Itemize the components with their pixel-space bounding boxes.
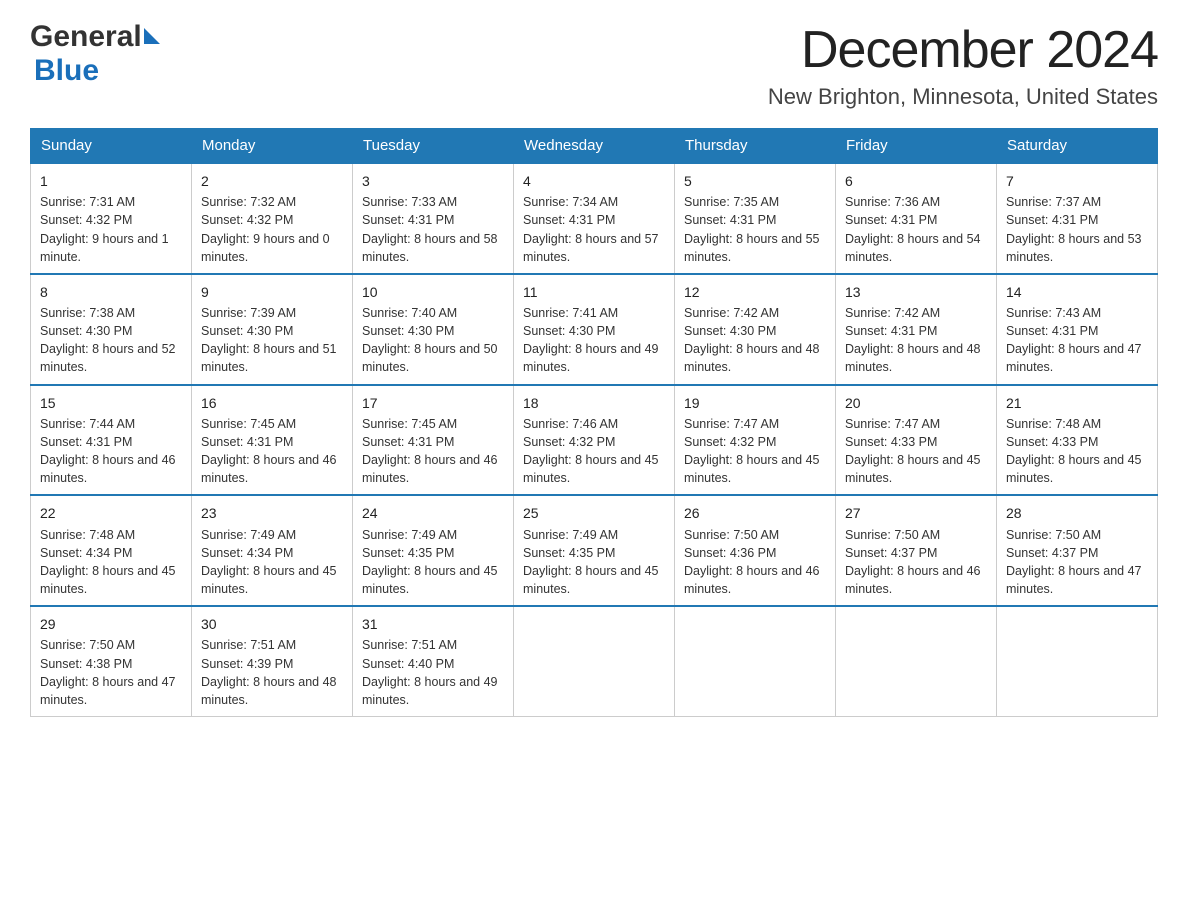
calendar-day-cell: 18Sunrise: 7:46 AMSunset: 4:32 PMDayligh…: [514, 385, 675, 496]
calendar-day-cell: 13Sunrise: 7:42 AMSunset: 4:31 PMDayligh…: [836, 274, 997, 385]
day-number: 29: [40, 614, 182, 634]
calendar-day-cell: 27Sunrise: 7:50 AMSunset: 4:37 PMDayligh…: [836, 495, 997, 606]
page-header: General Blue December 2024 New Brighton,…: [30, 20, 1158, 110]
calendar-day-cell: 6Sunrise: 7:36 AMSunset: 4:31 PMDaylight…: [836, 163, 997, 274]
day-number: 14: [1006, 282, 1148, 302]
calendar-day-header: Tuesday: [353, 129, 514, 164]
calendar-day-cell: 15Sunrise: 7:44 AMSunset: 4:31 PMDayligh…: [31, 385, 192, 496]
calendar-day-cell: 29Sunrise: 7:50 AMSunset: 4:38 PMDayligh…: [31, 606, 192, 716]
day-number: 18: [523, 393, 665, 413]
calendar-day-cell: 28Sunrise: 7:50 AMSunset: 4:37 PMDayligh…: [997, 495, 1158, 606]
calendar-day-header: Saturday: [997, 129, 1158, 164]
day-number: 27: [845, 503, 987, 523]
day-number: 10: [362, 282, 504, 302]
calendar-day-header: Wednesday: [514, 129, 675, 164]
calendar-day-cell: 31Sunrise: 7:51 AMSunset: 4:40 PMDayligh…: [353, 606, 514, 716]
calendar-day-cell: 30Sunrise: 7:51 AMSunset: 4:39 PMDayligh…: [192, 606, 353, 716]
day-number: 28: [1006, 503, 1148, 523]
calendar-day-cell: 11Sunrise: 7:41 AMSunset: 4:30 PMDayligh…: [514, 274, 675, 385]
day-number: 23: [201, 503, 343, 523]
calendar-day-cell: 14Sunrise: 7:43 AMSunset: 4:31 PMDayligh…: [997, 274, 1158, 385]
calendar-week-row: 22Sunrise: 7:48 AMSunset: 4:34 PMDayligh…: [31, 495, 1158, 606]
calendar-day-cell: 9Sunrise: 7:39 AMSunset: 4:30 PMDaylight…: [192, 274, 353, 385]
calendar-day-cell: 2Sunrise: 7:32 AMSunset: 4:32 PMDaylight…: [192, 163, 353, 274]
logo: General Blue: [30, 20, 160, 88]
page-subtitle: New Brighton, Minnesota, United States: [768, 84, 1158, 110]
calendar-day-cell: 21Sunrise: 7:48 AMSunset: 4:33 PMDayligh…: [997, 385, 1158, 496]
day-number: 5: [684, 171, 826, 191]
day-number: 4: [523, 171, 665, 191]
day-number: 26: [684, 503, 826, 523]
day-number: 20: [845, 393, 987, 413]
calendar-day-header: Sunday: [31, 129, 192, 164]
day-number: 2: [201, 171, 343, 191]
calendar-day-header: Monday: [192, 129, 353, 164]
day-number: 24: [362, 503, 504, 523]
calendar-day-cell: 3Sunrise: 7:33 AMSunset: 4:31 PMDaylight…: [353, 163, 514, 274]
calendar-day-cell: 1Sunrise: 7:31 AMSunset: 4:32 PMDaylight…: [31, 163, 192, 274]
calendar-day-cell: [836, 606, 997, 716]
day-number: 31: [362, 614, 504, 634]
calendar-day-cell: 7Sunrise: 7:37 AMSunset: 4:31 PMDaylight…: [997, 163, 1158, 274]
day-number: 15: [40, 393, 182, 413]
calendar-week-row: 8Sunrise: 7:38 AMSunset: 4:30 PMDaylight…: [31, 274, 1158, 385]
day-number: 16: [201, 393, 343, 413]
logo-triangle-icon: [144, 28, 160, 44]
calendar-day-cell: 10Sunrise: 7:40 AMSunset: 4:30 PMDayligh…: [353, 274, 514, 385]
calendar-day-header: Thursday: [675, 129, 836, 164]
day-number: 12: [684, 282, 826, 302]
calendar-day-cell: 24Sunrise: 7:49 AMSunset: 4:35 PMDayligh…: [353, 495, 514, 606]
day-number: 13: [845, 282, 987, 302]
calendar-day-cell: 5Sunrise: 7:35 AMSunset: 4:31 PMDaylight…: [675, 163, 836, 274]
calendar-day-cell: 20Sunrise: 7:47 AMSunset: 4:33 PMDayligh…: [836, 385, 997, 496]
calendar-day-cell: 12Sunrise: 7:42 AMSunset: 4:30 PMDayligh…: [675, 274, 836, 385]
day-number: 25: [523, 503, 665, 523]
day-number: 8: [40, 282, 182, 302]
day-number: 3: [362, 171, 504, 191]
day-number: 19: [684, 393, 826, 413]
day-number: 9: [201, 282, 343, 302]
day-number: 21: [1006, 393, 1148, 413]
logo-general-text: General: [30, 20, 142, 54]
day-number: 11: [523, 282, 665, 302]
calendar-day-cell: [514, 606, 675, 716]
calendar-table: SundayMondayTuesdayWednesdayThursdayFrid…: [30, 128, 1158, 717]
day-number: 6: [845, 171, 987, 191]
calendar-day-cell: [997, 606, 1158, 716]
calendar-week-row: 1Sunrise: 7:31 AMSunset: 4:32 PMDaylight…: [31, 163, 1158, 274]
calendar-day-cell: 19Sunrise: 7:47 AMSunset: 4:32 PMDayligh…: [675, 385, 836, 496]
title-block: December 2024 New Brighton, Minnesota, U…: [768, 20, 1158, 110]
logo-blue-text: Blue: [34, 54, 99, 87]
calendar-day-cell: 8Sunrise: 7:38 AMSunset: 4:30 PMDaylight…: [31, 274, 192, 385]
day-number: 7: [1006, 171, 1148, 191]
calendar-day-cell: 22Sunrise: 7:48 AMSunset: 4:34 PMDayligh…: [31, 495, 192, 606]
calendar-week-row: 29Sunrise: 7:50 AMSunset: 4:38 PMDayligh…: [31, 606, 1158, 716]
calendar-day-cell: 4Sunrise: 7:34 AMSunset: 4:31 PMDaylight…: [514, 163, 675, 274]
day-number: 22: [40, 503, 182, 523]
calendar-day-cell: 16Sunrise: 7:45 AMSunset: 4:31 PMDayligh…: [192, 385, 353, 496]
calendar-day-cell: [675, 606, 836, 716]
calendar-day-cell: 26Sunrise: 7:50 AMSunset: 4:36 PMDayligh…: [675, 495, 836, 606]
calendar-header-row: SundayMondayTuesdayWednesdayThursdayFrid…: [31, 129, 1158, 164]
calendar-day-cell: 25Sunrise: 7:49 AMSunset: 4:35 PMDayligh…: [514, 495, 675, 606]
page-title: December 2024: [768, 20, 1158, 80]
calendar-week-row: 15Sunrise: 7:44 AMSunset: 4:31 PMDayligh…: [31, 385, 1158, 496]
calendar-day-header: Friday: [836, 129, 997, 164]
calendar-day-cell: 17Sunrise: 7:45 AMSunset: 4:31 PMDayligh…: [353, 385, 514, 496]
day-number: 30: [201, 614, 343, 634]
day-number: 17: [362, 393, 504, 413]
calendar-day-cell: 23Sunrise: 7:49 AMSunset: 4:34 PMDayligh…: [192, 495, 353, 606]
day-number: 1: [40, 171, 182, 191]
